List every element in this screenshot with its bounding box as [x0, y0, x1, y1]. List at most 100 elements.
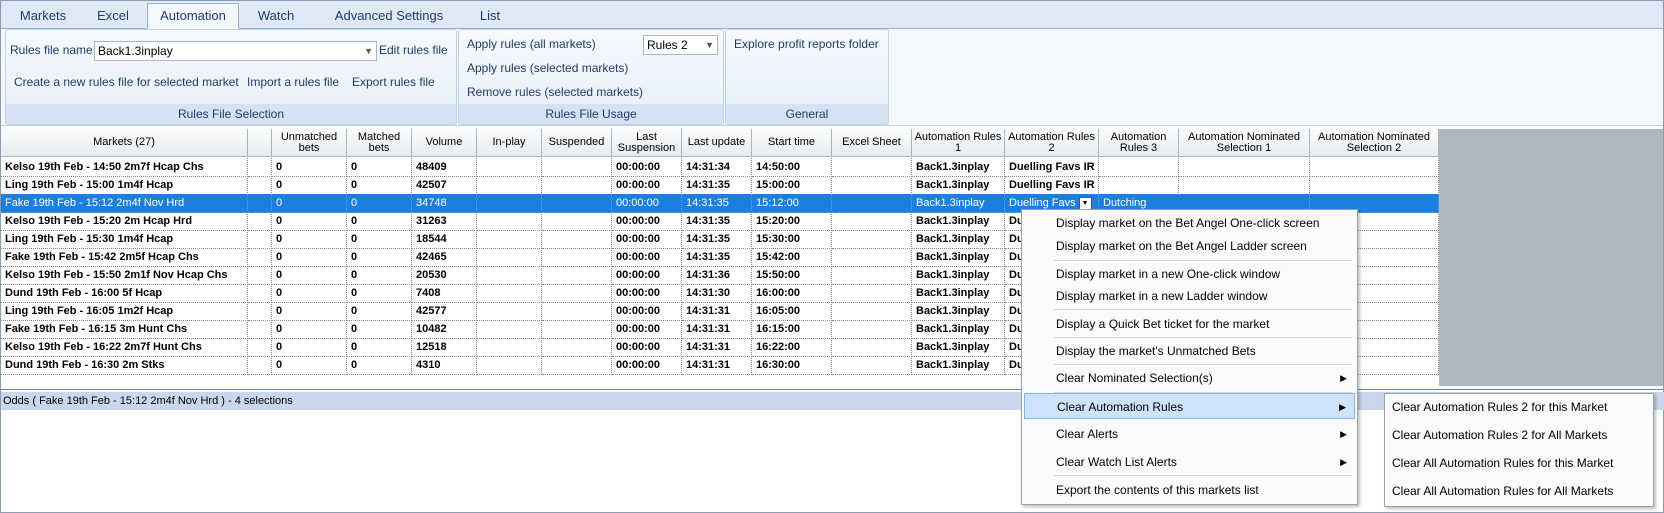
- automation-rules-1-cell[interactable]: Back1.3inplay: [912, 158, 1005, 177]
- excel-sheet-cell[interactable]: [832, 356, 912, 375]
- last-update-cell[interactable]: 14:31:35: [682, 176, 752, 195]
- automation-rules-2-cell[interactable]: Duelling Favs IR: [1005, 176, 1099, 195]
- blank-cell[interactable]: [248, 302, 272, 321]
- matched-cell[interactable]: 0: [347, 266, 412, 285]
- excel-sheet-cell[interactable]: [832, 320, 912, 339]
- last-suspension-cell[interactable]: 00:00:00: [612, 158, 682, 177]
- inplay-cell[interactable]: [477, 338, 542, 357]
- create-rules-file-button[interactable]: Create a new rules file for selected mar…: [14, 75, 239, 89]
- blank-cell[interactable]: [248, 158, 272, 177]
- last-suspension-cell[interactable]: 00:00:00: [612, 302, 682, 321]
- menu-item-quick-bet-ticket[interactable]: Display a Quick Bet ticket for the marke…: [1024, 311, 1355, 337]
- matched-cell[interactable]: 0: [347, 176, 412, 195]
- market-cell[interactable]: Kelso 19th Feb - 15:20 2m Hcap Hrd: [1, 212, 248, 231]
- volume-cell[interactable]: 42577: [412, 302, 477, 321]
- inplay-cell[interactable]: [477, 158, 542, 177]
- excel-sheet-cell[interactable]: [832, 248, 912, 267]
- import-rules-file-button[interactable]: Import a rules file: [247, 75, 339, 89]
- table-row[interactable]: Ling 19th Feb - 15:00 1m4f Hcap 0 0 42507 00…: [1, 176, 1439, 195]
- rules-number-combo[interactable]: Rules 2 ▼: [643, 35, 718, 55]
- inplay-cell[interactable]: [477, 284, 542, 303]
- excel-sheet-cell[interactable]: [832, 212, 912, 231]
- volume-cell[interactable]: 48409: [412, 158, 477, 177]
- col-header-volume[interactable]: Volume: [412, 129, 477, 157]
- volume-cell[interactable]: 34748: [412, 194, 477, 213]
- automation-rules-1-cell[interactable]: Back1.3inplay: [912, 338, 1005, 357]
- start-time-cell[interactable]: 15:50:00: [752, 266, 832, 285]
- submenu-item-clear-all-all[interactable]: Clear All Automation Rules for All Marke…: [1387, 478, 1651, 504]
- automation-rules-1-cell[interactable]: Back1.3inplay: [912, 230, 1005, 249]
- start-time-cell[interactable]: 15:30:00: [752, 230, 832, 249]
- matched-cell[interactable]: 0: [347, 338, 412, 357]
- chevron-down-icon[interactable]: ▼: [1078, 196, 1092, 210]
- start-time-cell[interactable]: 16:00:00: [752, 284, 832, 303]
- last-suspension-cell[interactable]: 00:00:00: [612, 212, 682, 231]
- unmatched-cell[interactable]: 0: [272, 230, 347, 249]
- apply-rules-selected-button[interactable]: Apply rules (selected markets): [467, 61, 628, 75]
- edit-rules-file-button[interactable]: Edit rules file: [379, 43, 448, 57]
- automation-rules-1-cell[interactable]: Back1.3inplay: [912, 356, 1005, 375]
- last-update-cell[interactable]: 14:31:31: [682, 338, 752, 357]
- unmatched-cell[interactable]: 0: [272, 338, 347, 357]
- excel-sheet-cell[interactable]: [832, 266, 912, 285]
- start-time-cell[interactable]: 15:00:00: [752, 176, 832, 195]
- col-header-last-update[interactable]: Last update: [682, 129, 752, 157]
- volume-cell[interactable]: 10482: [412, 320, 477, 339]
- menu-item-export-markets[interactable]: Export the contents of this markets list: [1024, 477, 1355, 503]
- market-cell[interactable]: Dund 19th Feb - 16:30 2m Stks: [1, 356, 248, 375]
- automation-rules-1-cell[interactable]: Back1.3inplay: [912, 194, 1005, 213]
- last-suspension-cell[interactable]: 00:00:00: [612, 248, 682, 267]
- suspended-cell[interactable]: [542, 302, 612, 321]
- market-cell[interactable]: Kelso 19th Feb - 16:22 2m7f Hunt Chs: [1, 338, 248, 357]
- last-suspension-cell[interactable]: 00:00:00: [612, 356, 682, 375]
- col-header-automation-rules-1[interactable]: Automation Rules 1: [912, 129, 1005, 157]
- unmatched-cell[interactable]: 0: [272, 212, 347, 231]
- market-cell[interactable]: Fake 19th Feb - 15:42 2m5f Hcap Chs: [1, 248, 248, 267]
- start-time-cell[interactable]: 15:20:00: [752, 212, 832, 231]
- excel-sheet-cell[interactable]: [832, 284, 912, 303]
- menu-item-clear-automation-rules[interactable]: Clear Automation Rules ▶: [1024, 393, 1355, 419]
- suspended-cell[interactable]: [542, 212, 612, 231]
- col-header-start-time[interactable]: Start time: [752, 129, 832, 157]
- market-cell[interactable]: Kelso 19th Feb - 14:50 2m7f Hcap Chs: [1, 158, 248, 177]
- inplay-cell[interactable]: [477, 302, 542, 321]
- nominated-1-cell[interactable]: [1179, 176, 1310, 195]
- explore-profit-reports-button[interactable]: Explore profit reports folder: [734, 37, 879, 51]
- start-time-cell[interactable]: 16:30:00: [752, 356, 832, 375]
- inplay-cell[interactable]: [477, 248, 542, 267]
- blank-cell[interactable]: [248, 356, 272, 375]
- start-time-cell[interactable]: 16:05:00: [752, 302, 832, 321]
- col-header-markets[interactable]: Markets (27): [1, 129, 248, 157]
- tab-automation[interactable]: Automation: [147, 3, 239, 29]
- matched-cell[interactable]: 0: [347, 158, 412, 177]
- automation-rules-3-cell[interactable]: [1099, 176, 1179, 195]
- tab-excel[interactable]: Excel: [81, 4, 145, 28]
- volume-cell[interactable]: 31263: [412, 212, 477, 231]
- last-suspension-cell[interactable]: 00:00:00: [612, 194, 682, 213]
- apply-rules-all-button[interactable]: Apply rules (all markets): [467, 37, 596, 51]
- excel-sheet-cell[interactable]: [832, 302, 912, 321]
- col-header-unmatched[interactable]: Unmatched bets: [272, 129, 347, 157]
- market-cell[interactable]: Ling 19th Feb - 15:00 1m4f Hcap: [1, 176, 248, 195]
- col-header-nominated-1[interactable]: Automation Nominated Selection 1: [1179, 129, 1310, 157]
- last-suspension-cell[interactable]: 00:00:00: [612, 338, 682, 357]
- excel-sheet-cell[interactable]: [832, 176, 912, 195]
- inplay-cell[interactable]: [477, 194, 542, 213]
- matched-cell[interactable]: 0: [347, 284, 412, 303]
- suspended-cell[interactable]: [542, 176, 612, 195]
- col-header-suspended[interactable]: Suspended: [542, 129, 612, 157]
- inplay-cell[interactable]: [477, 356, 542, 375]
- col-header-matched[interactable]: Matched bets: [347, 129, 412, 157]
- matched-cell[interactable]: 0: [347, 248, 412, 267]
- menu-item-unmatched-bets[interactable]: Display the market's Unmatched Bets: [1024, 338, 1355, 364]
- matched-cell[interactable]: 0: [347, 230, 412, 249]
- start-time-cell[interactable]: 14:50:00: [752, 158, 832, 177]
- automation-rules-3-cell[interactable]: [1099, 158, 1179, 177]
- suspended-cell[interactable]: [542, 338, 612, 357]
- suspended-cell[interactable]: [542, 320, 612, 339]
- unmatched-cell[interactable]: 0: [272, 356, 347, 375]
- blank-cell[interactable]: [248, 320, 272, 339]
- suspended-cell[interactable]: [542, 284, 612, 303]
- suspended-cell[interactable]: [542, 248, 612, 267]
- matched-cell[interactable]: 0: [347, 194, 412, 213]
